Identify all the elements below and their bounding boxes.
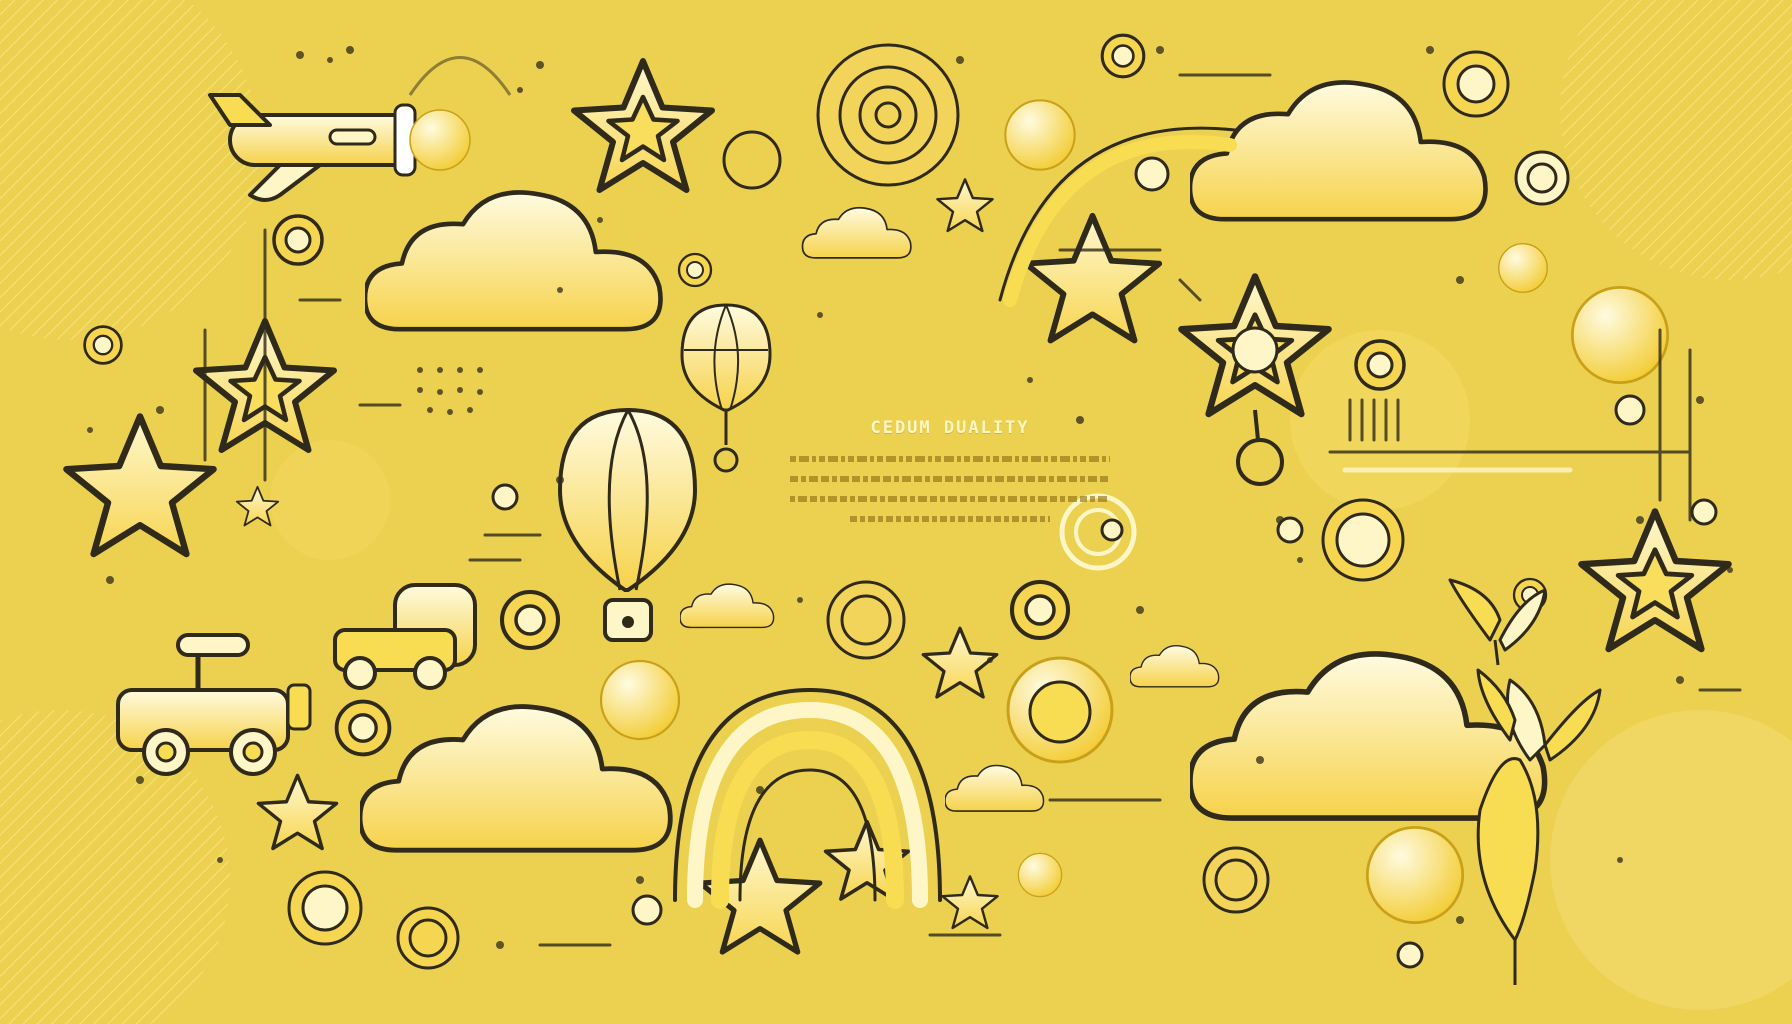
toy-truck-icon xyxy=(333,583,477,690)
body-text-line xyxy=(850,516,1050,522)
body-text-line xyxy=(790,496,1110,502)
body-text-line xyxy=(790,476,1110,482)
body-text-line xyxy=(790,456,1110,462)
banner-title: CEDUM DUALITY xyxy=(870,418,1030,438)
toy-car-icon xyxy=(116,633,312,776)
